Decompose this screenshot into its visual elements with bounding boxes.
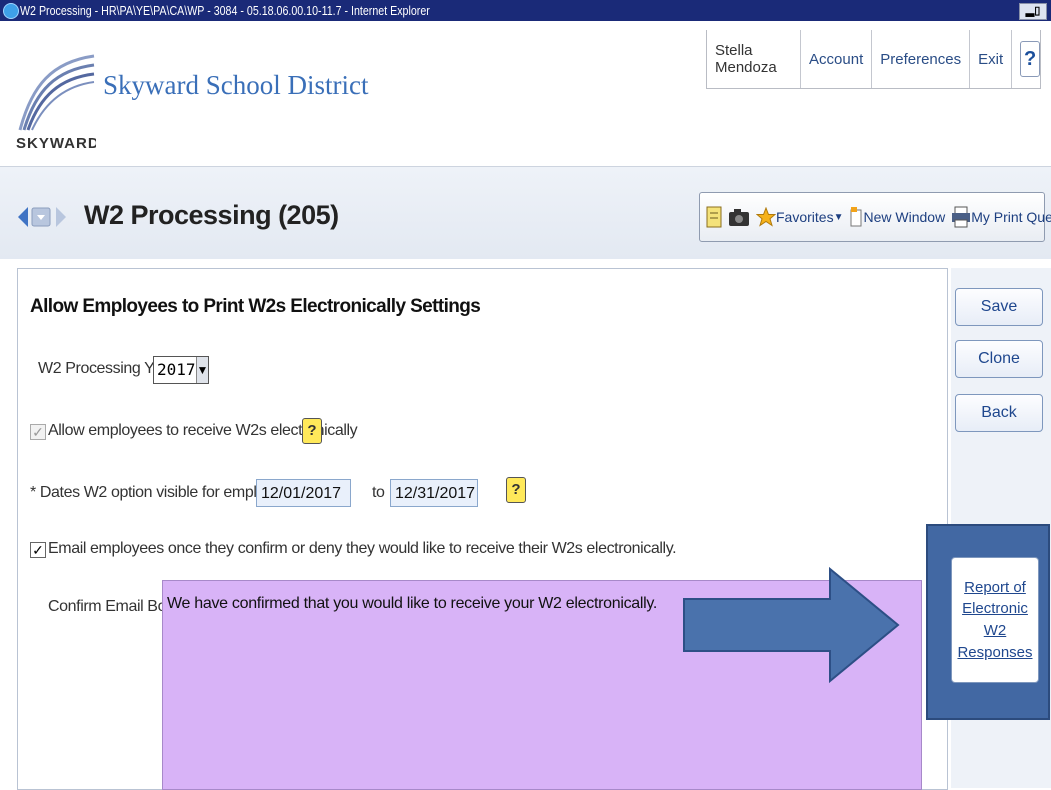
star-icon	[756, 207, 776, 227]
logo-wordmark: SKYWARD	[16, 135, 96, 150]
help-button[interactable]: ?	[1020, 41, 1040, 77]
email-employees-label: Email employees once they confirm or den…	[48, 540, 677, 557]
top-navigation: Stella Mendoza Account Preferences Exit …	[706, 30, 1041, 89]
toolbar: Favorites▼ New Window My Print Queue	[699, 192, 1051, 242]
date-from-field[interactable]: 12/01/2017	[256, 479, 351, 507]
nav-preferences-link[interactable]: Preferences	[872, 30, 971, 88]
camera-icon[interactable]	[728, 207, 750, 227]
nav-account-link[interactable]: Account	[801, 30, 873, 88]
new-window-icon	[850, 207, 862, 227]
allow-electronic-checkbox[interactable]: ✓	[30, 424, 46, 440]
user-name: Stella Mendoza	[707, 30, 802, 88]
date-to-label: to	[372, 484, 385, 501]
year-select[interactable]: 2017 ▼	[153, 356, 209, 384]
print-queue-button[interactable]: My Print Queue	[951, 206, 1051, 228]
chevron-down-icon[interactable]: ▼	[195, 357, 209, 383]
report-electronic-w2-button[interactable]: Report of Electronic W2 Responses	[951, 557, 1039, 683]
email-employees-checkbox[interactable]: ✓	[30, 542, 46, 558]
print-queue-label: My Print Queue	[971, 209, 1051, 225]
help-icon[interactable]: ?	[506, 477, 526, 503]
date-to-field[interactable]: 12/31/2017	[390, 479, 478, 507]
notes-icon[interactable]	[706, 206, 722, 228]
new-window-button[interactable]: New Window	[849, 206, 945, 228]
page-title: W2 Processing (205)	[84, 200, 339, 230]
window-title-bar: W2 Processing - HR\PA\YE\PA\CA\WP - 3084…	[0, 0, 1051, 21]
new-window-label: New Window	[863, 209, 946, 225]
window-title: W2 Processing - HR\PA\YE\PA\CA\WP - 3084…	[20, 3, 430, 18]
skyward-logo: SKYWARD	[16, 54, 96, 150]
nav-exit-link[interactable]: Exit	[970, 30, 1013, 88]
favorites-label: Favorites	[776, 209, 834, 225]
back-arrow-icon	[18, 207, 28, 227]
nav-arrows[interactable]	[18, 205, 76, 229]
forward-arrow-icon	[56, 207, 66, 227]
help-icon[interactable]: ?	[302, 418, 322, 444]
printer-icon	[952, 206, 971, 228]
district-name: Skyward School District	[103, 70, 369, 100]
callout-arrow-icon	[683, 566, 900, 684]
window-controls[interactable]: ▂▯	[1019, 3, 1047, 20]
favorites-button[interactable]: Favorites ▼	[756, 207, 843, 227]
internet-explorer-icon	[3, 3, 19, 19]
save-button[interactable]: Save	[955, 288, 1043, 326]
back-button[interactable]: Back	[955, 394, 1043, 432]
clone-button[interactable]: Clone	[955, 340, 1043, 378]
year-value: 2017	[157, 360, 196, 379]
section-title: Allow Employees to Print W2s Electronica…	[30, 296, 481, 317]
